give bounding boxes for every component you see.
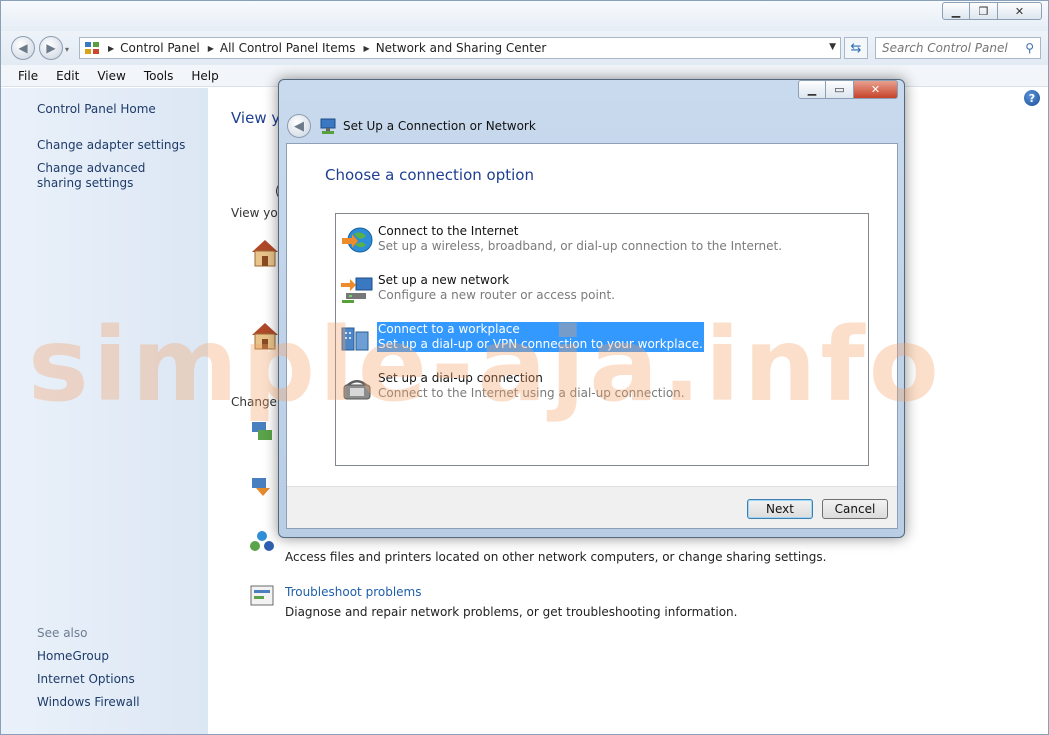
option-connect-workplace[interactable]: Connect to a workplace Set up a dial-up … xyxy=(340,318,864,360)
breadcrumb-network-center[interactable]: Network and Sharing Center xyxy=(376,41,547,55)
option-title: Connect to a workplace xyxy=(378,322,520,336)
back-button[interactable]: ◀ xyxy=(11,36,35,60)
option-dialup[interactable]: Set up a dial-up connection Connect to t… xyxy=(340,367,864,409)
menu-tools[interactable]: Tools xyxy=(144,69,174,83)
option-description: Configure a new router or access point. xyxy=(378,288,615,302)
title-bar: ▁ ❐ ✕ xyxy=(1,1,1048,31)
forward-arrow-icon: ▶ xyxy=(46,41,56,55)
option-description: Connect to the Internet using a dial-up … xyxy=(378,386,685,400)
sidebar-change-adapter[interactable]: Change adapter settings xyxy=(37,138,185,153)
forward-button[interactable]: ▶ xyxy=(39,36,63,60)
network-icon xyxy=(341,277,373,303)
option-title: Set up a new network xyxy=(378,273,510,287)
dialog-maximize-button[interactable]: ▭ xyxy=(826,80,854,99)
dialog-heading: Choose a connection option xyxy=(325,166,534,184)
refresh-button[interactable]: ⇆ xyxy=(844,37,868,59)
search-box: ⚲ xyxy=(875,37,1041,59)
homegroup-icon xyxy=(250,531,274,551)
dialog-body: Choose a connection option Connect to th… xyxy=(286,143,898,529)
breadcrumb-separator-icon: ▶ xyxy=(207,43,214,53)
option-description: Set up a dial-up or VPN connection to yo… xyxy=(378,337,703,351)
menu-help[interactable]: Help xyxy=(191,69,218,83)
sidebar-control-panel-home[interactable]: Control Panel Home xyxy=(37,102,156,117)
search-icon[interactable]: ⚲ xyxy=(1025,41,1034,55)
cancel-button[interactable]: Cancel xyxy=(822,499,888,519)
recent-pages-icon[interactable]: ▾ xyxy=(65,45,69,54)
dialog-header: ◀ Set Up a Connection or Network xyxy=(287,110,898,142)
network-setup-icon xyxy=(320,118,336,134)
next-button[interactable]: Next xyxy=(747,499,813,519)
help-icon[interactable]: ? xyxy=(1024,90,1040,106)
option-title: Set up a dial-up connection xyxy=(378,371,543,385)
see-also-heading: See also xyxy=(37,626,88,640)
maximize-button[interactable]: ❐ xyxy=(970,2,998,20)
page-title: View y xyxy=(231,109,281,127)
sidebar-homegroup[interactable]: HomeGroup xyxy=(37,649,109,664)
option-new-network[interactable]: Set up a new network Configure a new rou… xyxy=(340,269,864,311)
connect-network-icon xyxy=(252,478,270,496)
dialog-minimize-button[interactable]: ▁ xyxy=(798,80,826,99)
address-bar[interactable]: ▶ Control Panel ▶ All Control Panel Item… xyxy=(79,37,841,59)
breadcrumb-control-panel[interactable]: Control Panel xyxy=(120,41,200,55)
search-input[interactable] xyxy=(882,38,1022,58)
setup-connection-dialog: ▁ ▭ ✕ ◀ Set Up a Connection or Network C… xyxy=(278,79,905,538)
breadcrumb-separator-icon: ▶ xyxy=(363,43,370,53)
refresh-icon: ⇆ xyxy=(850,40,862,56)
option-description: Set up a wireless, broadband, or dial-up… xyxy=(378,239,783,253)
globe-icon xyxy=(342,227,373,253)
homegroup-description: Access files and printers located on oth… xyxy=(285,550,827,564)
minimize-button[interactable]: ▁ xyxy=(942,2,970,20)
connection-options-list: Connect to the Internet Set up a wireles… xyxy=(335,213,869,466)
home-network-icon xyxy=(252,323,278,350)
close-button[interactable]: ✕ xyxy=(998,2,1042,20)
home-network-icon xyxy=(252,240,278,267)
menu-edit[interactable]: Edit xyxy=(56,69,79,83)
back-arrow-icon: ◀ xyxy=(294,118,304,134)
phone-icon xyxy=(343,380,371,400)
dialog-title: Set Up a Connection or Network xyxy=(343,119,536,133)
control-panel-icon xyxy=(85,42,99,54)
sidebar: Control Panel Home Change adapter settin… xyxy=(1,88,208,734)
option-connect-internet[interactable]: Connect to the Internet Set up a wireles… xyxy=(340,220,864,262)
dialog-back-button[interactable]: ◀ xyxy=(287,114,311,138)
breadcrumb-separator-icon: ▶ xyxy=(108,43,115,53)
sidebar-internet-options[interactable]: Internet Options xyxy=(37,672,135,687)
menu-file[interactable]: File xyxy=(18,69,38,83)
back-arrow-icon: ◀ xyxy=(18,41,28,55)
workplace-icon xyxy=(341,327,369,351)
new-connection-icon xyxy=(252,422,272,440)
dialog-close-button[interactable]: ✕ xyxy=(854,80,898,99)
dialog-footer: Next Cancel xyxy=(287,486,897,528)
sidebar-change-advanced[interactable]: Change advanced sharing settings xyxy=(37,161,187,191)
troubleshoot-link[interactable]: Troubleshoot problems xyxy=(285,585,421,599)
troubleshoot-description: Diagnose and repair network problems, or… xyxy=(285,605,738,619)
sidebar-windows-firewall[interactable]: Windows Firewall xyxy=(37,695,140,710)
breadcrumb-all-items[interactable]: All Control Panel Items xyxy=(220,41,356,55)
troubleshoot-icon xyxy=(250,585,274,606)
menu-view[interactable]: View xyxy=(97,69,125,83)
navigation-bar: ◀ ▶ ▾ ▶ Control Panel ▶ All Control Pane… xyxy=(1,31,1048,65)
option-title: Connect to the Internet xyxy=(378,224,519,238)
address-dropdown-icon[interactable]: ▼ xyxy=(829,42,836,52)
